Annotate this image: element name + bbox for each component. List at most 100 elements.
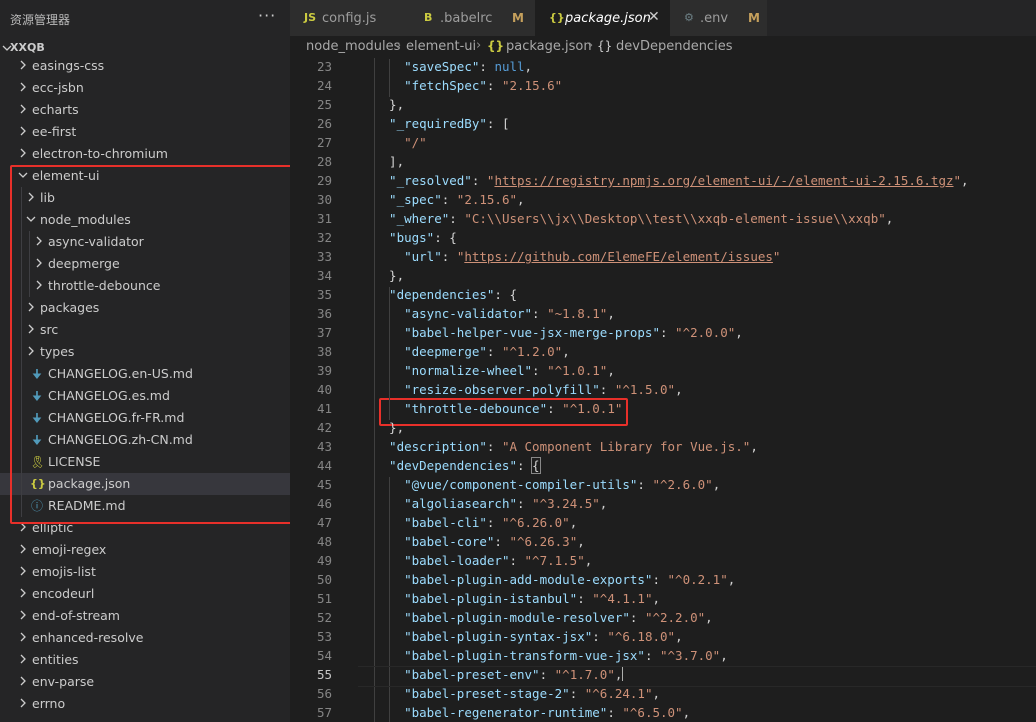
- code-line[interactable]: "dependencies": {: [389, 287, 517, 302]
- tree-item[interactable]: enhanced-resolve: [0, 627, 290, 649]
- code-line[interactable]: "devDependencies": {: [389, 457, 541, 474]
- code-token: ,: [524, 59, 533, 74]
- code-line[interactable]: },: [389, 268, 404, 283]
- code-line[interactable]: "babel-preset-env": "^1.7.0",: [404, 667, 624, 682]
- tree-item[interactable]: entities: [0, 649, 290, 671]
- code-line[interactable]: "babel-plugin-add-module-exports": "^0.2…: [404, 572, 735, 587]
- code-token: "babel-regenerator-runtime": [404, 705, 608, 720]
- code-line[interactable]: "/": [404, 135, 427, 150]
- code-line[interactable]: "algoliasearch": "^3.24.5",: [404, 496, 607, 511]
- code-token: ],: [389, 154, 405, 169]
- code-token: :: [607, 705, 623, 720]
- tree-item[interactable]: emojis-list: [0, 561, 290, 583]
- breadcrumb-item-package-json[interactable]: package.json: [506, 39, 592, 54]
- code-line[interactable]: "babel-preset-stage-2": "^6.24.1",: [404, 686, 660, 701]
- chevron-right-icon: [18, 652, 28, 666]
- code-line[interactable]: "throttle-debounce": "^1.0.1": [404, 401, 622, 416]
- code-token: :: [532, 363, 548, 378]
- tree-item-label: end-of-stream: [32, 608, 120, 623]
- code-token: ,: [517, 192, 525, 207]
- code-line[interactable]: ],: [389, 154, 404, 169]
- code-token: ,: [750, 439, 758, 454]
- code-token: ,: [562, 344, 570, 359]
- code-token: "babel-core": [404, 534, 495, 549]
- json-file-icon: {}: [549, 11, 565, 24]
- line-number: 56: [316, 686, 332, 701]
- code-line[interactable]: "babel-loader": "^7.1.5",: [404, 553, 592, 568]
- indent-guide: [389, 287, 391, 420]
- code-token: "bugs": [389, 230, 435, 245]
- json-file-icon: {}: [487, 39, 505, 53]
- code-token: "algoliasearch": [404, 496, 517, 511]
- code-line[interactable]: "babel-core": "^6.26.3",: [404, 534, 585, 549]
- close-icon[interactable]: ✕: [648, 9, 660, 25]
- line-number: 31: [316, 211, 332, 226]
- code-line[interactable]: "resize-observer-polyfill": "^1.5.0",: [404, 382, 682, 397]
- code-line[interactable]: "normalize-wheel": "^1.0.1",: [404, 363, 615, 378]
- tree-item[interactable]: electron-to-chromium: [0, 143, 290, 165]
- line-number: 53: [316, 629, 332, 644]
- code-line[interactable]: "url": "https://github.com/ElemeFE/eleme…: [404, 249, 780, 264]
- breadcrumb-item-element-ui[interactable]: element-ui: [406, 39, 476, 54]
- code-line[interactable]: "description": "A Component Library for …: [389, 439, 758, 454]
- code-line[interactable]: "_where": "C:\\Users\\jx\\Desktop\\test\…: [389, 211, 893, 226]
- line-number: 27: [316, 135, 332, 150]
- tree-item-label: errno: [32, 696, 66, 711]
- code-line[interactable]: "babel-plugin-transform-vue-jsx": "^3.7.…: [404, 648, 728, 663]
- code-editor[interactable]: 23 "saveSpec": null, 24 "fetchSpec": "2.15.…: [290, 58, 1036, 722]
- code-token: :: [644, 648, 660, 663]
- tree-item[interactable]: ecc-jsbn: [0, 77, 290, 99]
- code-token: "^6.24.1": [584, 686, 653, 701]
- more-actions-icon[interactable]: ···: [258, 6, 276, 25]
- tree-item[interactable]: emoji-regex: [0, 539, 290, 561]
- code-token: "babel-helper-vue-jsx-merge-props": [404, 325, 660, 340]
- code-line[interactable]: "babel-plugin-istanbul": "^4.1.1",: [404, 591, 660, 606]
- code-line[interactable]: "deepmerge": "^1.2.0",: [404, 344, 570, 359]
- tree-item-label: ecc-jsbn: [32, 80, 84, 95]
- code-token: ,: [577, 534, 585, 549]
- breadcrumb-item-node-modules[interactable]: node_modules: [306, 39, 400, 54]
- tab-babelrc[interactable]: B .babelrc M: [410, 0, 536, 36]
- code-line[interactable]: "_spec": "2.15.6",: [389, 192, 525, 207]
- babel-file-icon: B: [424, 11, 433, 24]
- chevron-right-icon: [18, 58, 28, 72]
- code-line[interactable]: },: [389, 420, 404, 435]
- code-token: ,: [652, 686, 661, 701]
- code-token: "babel-plugin-transform-vue-jsx": [404, 648, 645, 663]
- code-line[interactable]: "_requiredBy": [: [389, 116, 509, 131]
- code-token: ,: [961, 173, 969, 188]
- code-line[interactable]: "async-validator": "~1.8.1",: [404, 306, 615, 321]
- line-number: 43: [316, 439, 332, 454]
- code-line[interactable]: "saveSpec": null,: [404, 59, 532, 74]
- tab-label: .babelrc: [440, 11, 493, 26]
- tree-item[interactable]: errno: [0, 693, 290, 715]
- tree-item-label: enhanced-resolve: [32, 630, 144, 645]
- code-token: ,: [675, 382, 683, 397]
- tree-item[interactable]: easings-css: [0, 55, 290, 77]
- chevron-right-icon: [18, 80, 28, 94]
- tab-env[interactable]: ⚙ .env M: [670, 0, 768, 36]
- tree-item[interactable]: echarts: [0, 99, 290, 121]
- code-line[interactable]: "babel-helper-vue-jsx-merge-props": "^2.…: [404, 325, 743, 340]
- code-line[interactable]: "fetchSpec": "2.15.6": [404, 78, 562, 93]
- code-line[interactable]: "babel-cli": "^6.26.0",: [404, 515, 577, 530]
- code-token: "^1.7.0": [554, 667, 615, 682]
- explorer-title: 资源管理器: [10, 13, 71, 27]
- code-line[interactable]: "@vue/component-compiler-utils": "^2.6.0…: [404, 477, 720, 492]
- code-line[interactable]: "babel-regenerator-runtime": "^6.5.0",: [404, 705, 690, 720]
- code-line[interactable]: "_resolved": "https://registry.npmjs.org…: [389, 173, 969, 188]
- code-line[interactable]: },: [389, 97, 404, 112]
- code-line[interactable]: "babel-plugin-syntax-jsx": "^6.18.0",: [404, 629, 682, 644]
- tab-config-js[interactable]: JS config.js: [290, 0, 411, 36]
- code-line[interactable]: "babel-plugin-module-resolver": "^2.2.0"…: [404, 610, 713, 625]
- tree-item[interactable]: ee-first: [0, 121, 290, 143]
- tree-item[interactable]: end-of-stream: [0, 605, 290, 627]
- code-line[interactable]: "bugs": {: [389, 230, 457, 245]
- tree-item-label: electron-to-chromium: [32, 146, 168, 161]
- tree-item[interactable]: env-parse: [0, 671, 290, 693]
- tab-package-json[interactable]: {} package.json ✕: [535, 0, 671, 36]
- code-token: "C:\\Users\\jx\\Desktop\\test\\xxqb-elem…: [464, 211, 886, 226]
- highlight-box-element-ui: [10, 165, 290, 524]
- breadcrumb-item-devdependencies[interactable]: devDependencies: [616, 39, 732, 54]
- tree-item[interactable]: encodeurl: [0, 583, 290, 605]
